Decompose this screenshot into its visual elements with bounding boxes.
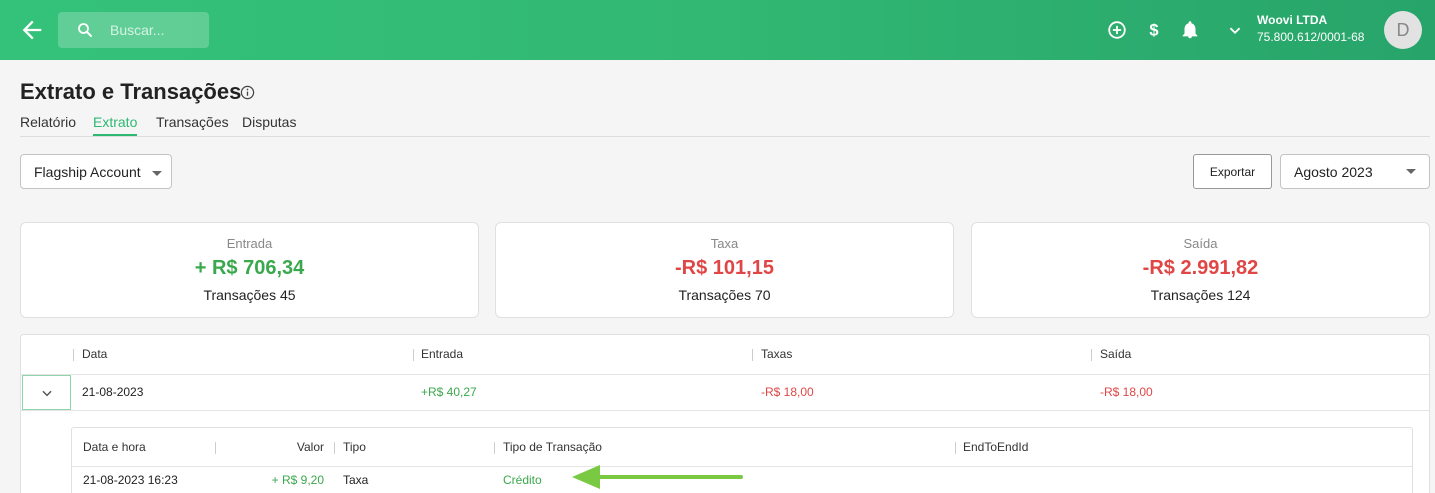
- column-separator: [73, 349, 74, 361]
- caret-down-icon: [152, 171, 162, 176]
- column-separator: [752, 349, 753, 361]
- expand-row-button[interactable]: [22, 375, 71, 410]
- annotation-arrow-icon: [572, 465, 743, 489]
- export-button[interactable]: Exportar: [1193, 154, 1272, 189]
- tab-transacoes[interactable]: Transações: [156, 114, 229, 130]
- period-select[interactable]: Agosto 2023: [1280, 154, 1430, 189]
- detail-tipo: Taxa: [343, 473, 369, 487]
- page-title: Extrato e Transações: [20, 79, 242, 104]
- company-cnpj: 75.800.612/0001-68: [1257, 30, 1365, 44]
- row-divider: [21, 374, 1429, 375]
- chevron-down-icon: [42, 390, 52, 397]
- detail-datetime: 21-08-2023 16:23: [83, 473, 178, 487]
- card-value: -R$ 2.991,82: [1142, 257, 1259, 279]
- add-circle-icon[interactable]: [1106, 19, 1128, 41]
- tab-extrato[interactable]: Extrato: [93, 114, 138, 136]
- back-arrow-icon[interactable]: [18, 16, 46, 44]
- column-separator: [1091, 349, 1092, 361]
- column-separator: [334, 442, 335, 454]
- row-divider: [21, 410, 1429, 411]
- column-separator: [413, 349, 414, 361]
- card-value: + R$ 706,34: [194, 257, 305, 279]
- account-select-value: Flagship Account: [34, 164, 141, 180]
- card-count: Transações 70: [678, 287, 771, 303]
- tab-disputas[interactable]: Disputas: [242, 114, 296, 130]
- company-info[interactable]: Woovi LTDA 75.800.612/0001-68: [1257, 12, 1364, 46]
- top-app-bar: $ Woovi LTDA 75.800.612/0001-68 D: [0, 0, 1435, 60]
- row-entrada: +R$ 40,27: [421, 385, 477, 399]
- tab-relatorio[interactable]: Relatório: [20, 114, 76, 130]
- account-select[interactable]: Flagship Account: [20, 154, 172, 189]
- search-icon: [78, 23, 92, 37]
- dollar-icon[interactable]: $: [1143, 19, 1165, 41]
- row-saida: -R$ 18,00: [1100, 385, 1153, 399]
- card-count: Transações 45: [203, 287, 296, 303]
- header-datetime: Data e hora: [83, 440, 146, 454]
- period-select-value: Agosto 2023: [1294, 164, 1373, 180]
- column-separator: [955, 442, 956, 454]
- card-title: Saída: [1183, 236, 1218, 251]
- search-input[interactable]: [110, 12, 205, 48]
- chevron-down-icon[interactable]: [1224, 19, 1246, 41]
- avatar[interactable]: D: [1384, 11, 1422, 49]
- svg-text:$: $: [1149, 22, 1158, 40]
- column-separator: [215, 442, 216, 454]
- info-icon[interactable]: [240, 85, 255, 100]
- header-saida: Saída: [1100, 347, 1132, 361]
- company-name: Woovi LTDA: [1257, 13, 1328, 27]
- header-valor: Valor: [296, 440, 324, 454]
- column-separator: [494, 442, 495, 454]
- search-box[interactable]: [58, 12, 209, 48]
- detail-tipo-transacao: Crédito: [503, 473, 542, 487]
- summary-card-saida: Saída -R$ 2.991,82 Transações 124: [971, 222, 1430, 318]
- header-entrada: Entrada: [421, 347, 464, 361]
- bell-icon[interactable]: [1179, 19, 1201, 41]
- card-count: Transações 124: [1150, 287, 1251, 303]
- header-data: Data: [82, 347, 108, 361]
- card-title: Taxa: [710, 236, 739, 251]
- card-value: -R$ 101,15: [675, 257, 774, 279]
- header-tipo-transacao: Tipo de Transação: [503, 440, 602, 454]
- tabs-divider: [20, 136, 1430, 137]
- row-taxas: -R$ 18,00: [761, 385, 814, 399]
- summary-card-entrada: Entrada + R$ 706,34 Transações 45: [20, 222, 479, 318]
- detail-valor: + R$ 9,20: [271, 473, 324, 487]
- summary-card-taxa: Taxa -R$ 101,15 Transações 70: [495, 222, 954, 318]
- card-title: Entrada: [226, 236, 273, 251]
- header-endtoend: EndToEndId: [963, 440, 1029, 454]
- row-date: 21-08-2023: [82, 385, 144, 399]
- header-taxas: Taxas: [761, 347, 793, 361]
- header-tipo: Tipo: [343, 440, 366, 454]
- caret-down-icon: [1406, 169, 1416, 174]
